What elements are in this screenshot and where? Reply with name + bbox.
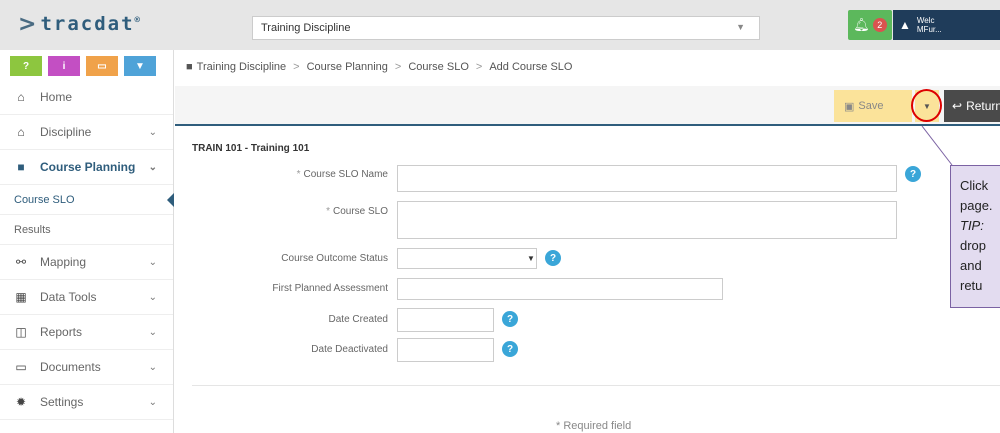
callout-line: drop <box>960 238 987 253</box>
annotation-callout: Click page. TIP: drop and retu <box>950 165 1000 308</box>
callout-line: and <box>960 258 982 273</box>
callout-line: page. <box>960 198 993 213</box>
callout-line: Click <box>960 178 989 193</box>
callout-line: retu <box>960 278 983 293</box>
callout-pointer-line <box>921 125 953 166</box>
callout-line: TIP: <box>960 218 984 233</box>
